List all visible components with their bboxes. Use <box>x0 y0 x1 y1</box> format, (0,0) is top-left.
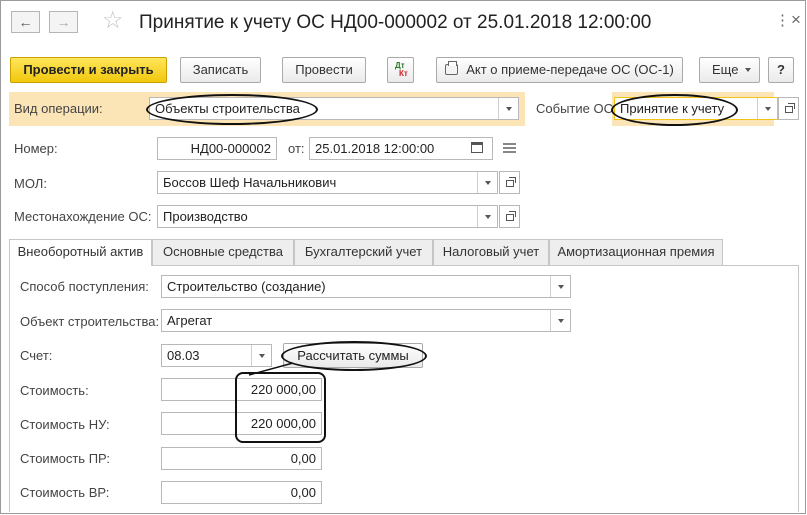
more-button-label: Еще <box>712 62 739 77</box>
date-value: 25.01.2018 12:00:00 <box>315 141 435 156</box>
date-label: от: <box>288 141 305 156</box>
tab-fixed-asset[interactable]: Внеоборотный актив <box>9 239 152 266</box>
receipt-method-label: Способ поступления: <box>20 279 149 294</box>
chevron-down-icon[interactable] <box>477 172 497 193</box>
annotation-oval-event <box>611 94 738 126</box>
receipt-method-value: Строительство (создание) <box>167 279 326 294</box>
construction-object-select[interactable]: Агрегат <box>161 309 571 332</box>
tab-accounting[interactable]: Бухгалтерский учет <box>294 239 433 265</box>
cost-vr-field[interactable]: 0,00 <box>161 481 322 504</box>
annotation-box-costs <box>235 372 326 443</box>
open-event-icon[interactable] <box>778 97 799 120</box>
calendar-icon[interactable] <box>471 142 483 153</box>
chevron-down-icon[interactable] <box>757 98 777 119</box>
mol-label: МОЛ: <box>14 176 47 191</box>
date-field[interactable]: 25.01.2018 12:00:00 <box>309 137 493 160</box>
save-button[interactable]: Записать <box>180 57 261 83</box>
number-label: Номер: <box>14 141 58 156</box>
open-mol-icon[interactable] <box>499 171 520 194</box>
receipt-method-select[interactable]: Строительство (создание) <box>161 275 571 298</box>
dt-kt-postings-button[interactable]: Дт Кт <box>387 57 414 83</box>
location-label: Местонахождение ОС: <box>14 209 152 224</box>
annotation-oval-calculate <box>281 341 427 371</box>
event-label: Событие ОС: <box>536 101 617 116</box>
document-window: ← → ☆ Принятие к учету ОС НД00-000002 от… <box>0 0 806 514</box>
operation-label: Вид операции: <box>14 101 103 116</box>
print-act-button[interactable]: Акт о приеме-передаче ОС (ОС-1) <box>436 57 683 83</box>
cost-label: Стоимость: <box>20 383 89 398</box>
open-location-icon[interactable] <box>499 205 520 228</box>
account-label: Счет: <box>20 348 53 363</box>
cost-pr-label: Стоимость ПР: <box>20 451 111 466</box>
printer-icon <box>445 61 459 75</box>
chevron-down-icon[interactable] <box>498 98 518 119</box>
account-value: 08.03 <box>167 348 200 363</box>
location-select[interactable]: Производство <box>157 205 498 228</box>
chevron-down-icon <box>745 68 751 72</box>
more-actions-icon[interactable]: ⋮ <box>775 12 790 30</box>
forward-button[interactable]: → <box>49 11 78 33</box>
cost-pr-field[interactable]: 0,00 <box>161 447 322 470</box>
print-act-label: Акт о приеме-передаче ОС (ОС-1) <box>466 62 674 77</box>
arrow-right-icon: → <box>56 14 71 30</box>
arrow-left-icon: ← <box>18 14 33 30</box>
post-button[interactable]: Провести <box>282 57 366 83</box>
more-button[interactable]: Еще <box>699 57 760 83</box>
cost-vr-label: Стоимость ВР: <box>20 485 110 500</box>
chevron-down-icon[interactable] <box>550 276 570 297</box>
list-icon[interactable] <box>503 143 516 153</box>
cost-nu-label: Стоимость НУ: <box>20 417 110 432</box>
mol-select[interactable]: Боссов Шеф Начальникович <box>157 171 498 194</box>
construction-object-value: Агрегат <box>167 313 213 328</box>
page-title: Принятие к учету ОС НД00-000002 от 25.01… <box>139 12 652 33</box>
tab-tax-accounting[interactable]: Налоговый учет <box>433 239 549 265</box>
kt-label: Кт <box>399 69 408 78</box>
close-icon[interactable]: × <box>791 10 801 30</box>
tab-depreciation-bonus[interactable]: Амортизационная премия <box>549 239 723 265</box>
tab-panel <box>9 265 799 512</box>
chevron-down-icon[interactable] <box>477 206 497 227</box>
post-and-close-button[interactable]: Провести и закрыть <box>10 57 167 83</box>
number-field[interactable]: НД00-000002 <box>157 137 277 160</box>
tab-fixed-assets[interactable]: Основные средства <box>152 239 294 265</box>
mol-value: Боссов Шеф Начальникович <box>163 175 337 190</box>
annotation-arrow <box>248 362 294 376</box>
back-button[interactable]: ← <box>11 11 40 33</box>
location-value: Производство <box>163 209 248 224</box>
construction-object-label: Объект строительства: <box>20 314 160 329</box>
favorite-star-icon[interactable]: ☆ <box>102 7 124 35</box>
annotation-oval-operation <box>146 94 318 125</box>
chevron-down-icon[interactable] <box>550 310 570 331</box>
help-button[interactable]: ? <box>768 57 794 83</box>
